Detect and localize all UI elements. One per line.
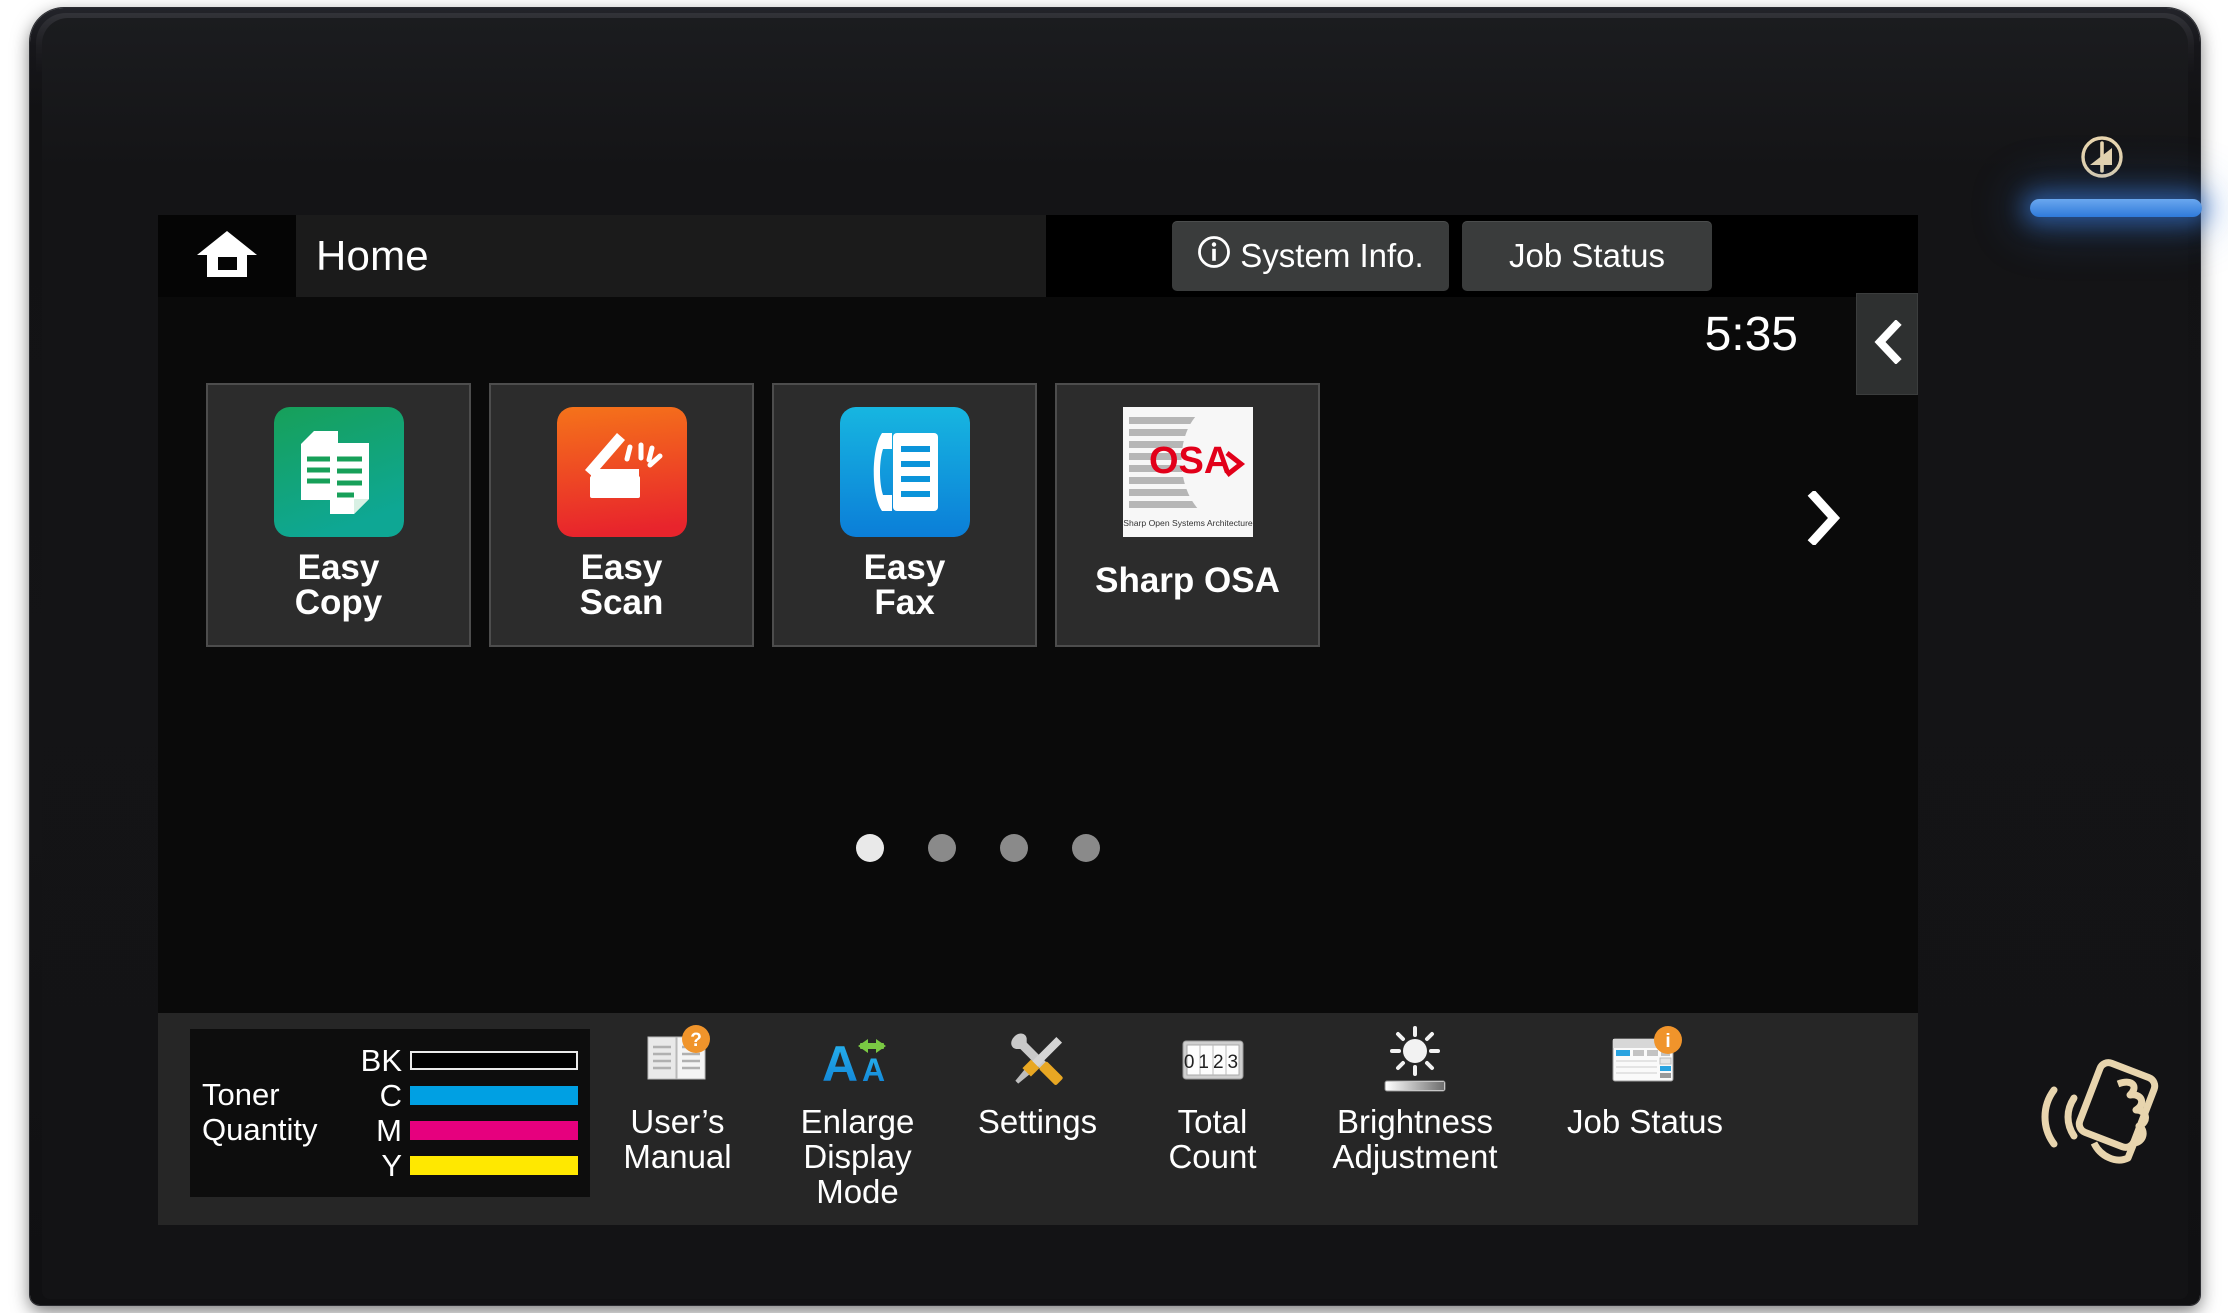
app-tile-easy-scan[interactable]: Easy Scan bbox=[489, 383, 754, 647]
toner-fill bbox=[410, 1156, 578, 1175]
app-tile-easy-fax[interactable]: Easy Fax bbox=[772, 383, 1037, 647]
enlarge-display-mode-icon: A A bbox=[818, 1025, 898, 1097]
home-icon bbox=[195, 227, 259, 286]
toner-row-c: C bbox=[346, 1085, 578, 1107]
settings-tools-icon bbox=[998, 1025, 1078, 1097]
toolbar-item-label: Enlarge Display Mode bbox=[801, 1105, 915, 1210]
page-title: Home bbox=[316, 215, 429, 297]
toolbar-item-users-manual[interactable]: ? User’s Manual bbox=[590, 1025, 765, 1175]
chevron-right-icon bbox=[1803, 491, 1843, 550]
app-tile-label: Sharp OSA bbox=[1095, 563, 1280, 598]
collapse-panel-button[interactable] bbox=[1856, 293, 1918, 395]
svg-text:OSA: OSA bbox=[1149, 440, 1231, 482]
easy-copy-icon bbox=[274, 407, 404, 537]
job-status-icon: i bbox=[1605, 1025, 1685, 1097]
svg-text:i: i bbox=[1665, 1031, 1670, 1052]
page-dot[interactable] bbox=[1000, 834, 1028, 862]
app-tile-label: Easy Copy bbox=[295, 550, 383, 620]
system-info-label: System Info. bbox=[1240, 237, 1423, 275]
toner-track bbox=[410, 1156, 578, 1175]
toner-row-y: Y bbox=[346, 1155, 578, 1177]
app-tile-label: Easy Fax bbox=[864, 550, 946, 620]
toolbar-item-label: User’s Manual bbox=[623, 1105, 731, 1175]
toolbar-item-label: Job Status bbox=[1567, 1105, 1723, 1140]
toner-fill bbox=[412, 1053, 576, 1068]
bottom-toolbar: Toner Quantity BK C bbox=[158, 1013, 1918, 1225]
toner-level-bars: BK C M bbox=[342, 1050, 578, 1177]
page-dot[interactable] bbox=[1072, 834, 1100, 862]
power-indicator-area bbox=[2030, 133, 2210, 243]
toolbar-item-settings[interactable]: Settings bbox=[950, 1025, 1125, 1140]
svg-text:A: A bbox=[822, 1036, 858, 1092]
toner-quantity-panel[interactable]: Toner Quantity BK C bbox=[190, 1029, 590, 1197]
nfc-tap-icon[interactable] bbox=[2030, 1048, 2180, 1178]
page-dot[interactable] bbox=[856, 834, 884, 862]
app-tile-row: Easy Copy bbox=[206, 383, 1320, 647]
power-symbol-icon bbox=[2078, 133, 2126, 181]
toolbar-item-job-status[interactable]: i Job Status bbox=[1530, 1025, 1760, 1140]
toolbar-item-label: Total Count bbox=[1168, 1105, 1256, 1175]
svg-text:Sharp Open Systems Architectur: Sharp Open Systems Architecture bbox=[1123, 518, 1253, 528]
next-page-button[interactable] bbox=[1783, 475, 1863, 565]
easy-fax-icon bbox=[840, 407, 970, 537]
easy-scan-icon bbox=[557, 407, 687, 537]
toolbar-item-label: Brightness Adjustment bbox=[1332, 1105, 1497, 1175]
toolbar-item-enlarge-display-mode[interactable]: A A Enlarge Display Mode bbox=[765, 1025, 950, 1210]
toner-track bbox=[410, 1051, 578, 1070]
toner-key: Y bbox=[346, 1150, 402, 1181]
page-dot[interactable] bbox=[928, 834, 956, 862]
toolbar-item-brightness-adjustment[interactable]: Brightness Adjustment bbox=[1300, 1025, 1530, 1175]
clock-row: 5:35 bbox=[158, 297, 1918, 383]
page-indicator-dots[interactable] bbox=[158, 813, 1918, 883]
sharp-osa-icon: OSA Sharp Open Systems Architecture bbox=[1123, 407, 1253, 537]
svg-text:A: A bbox=[862, 1052, 885, 1088]
chevron-left-icon bbox=[1870, 320, 1904, 369]
job-status-button-header[interactable]: Job Status bbox=[1462, 221, 1712, 291]
toolbar-item-label: Settings bbox=[978, 1105, 1097, 1140]
toner-key: C bbox=[346, 1080, 402, 1111]
info-circle-icon bbox=[1197, 235, 1231, 277]
svg-text:?: ? bbox=[690, 1030, 702, 1051]
app-tile-label: Easy Scan bbox=[580, 550, 664, 620]
toner-track bbox=[410, 1086, 578, 1105]
mfp-operation-panel: Home System Info. Job Status 5:35 bbox=[30, 8, 2200, 1305]
system-info-button[interactable]: System Info. bbox=[1172, 221, 1449, 291]
home-button[interactable] bbox=[158, 215, 296, 297]
app-tile-sharp-osa[interactable]: OSA Sharp Open Systems Architecture Shar… bbox=[1055, 383, 1320, 647]
toner-key: BK bbox=[346, 1045, 402, 1076]
toolbar-item-total-count[interactable]: 0123 Total Count bbox=[1125, 1025, 1300, 1175]
toner-row-bk: BK bbox=[346, 1050, 578, 1072]
toner-key: M bbox=[346, 1115, 402, 1146]
users-manual-icon: ? bbox=[638, 1025, 718, 1097]
touchscreen: Home System Info. Job Status 5:35 bbox=[158, 215, 1918, 1225]
brightness-adjustment-icon bbox=[1375, 1025, 1455, 1097]
clock-display: 5:35 bbox=[1705, 307, 1798, 362]
app-tile-easy-copy[interactable]: Easy Copy bbox=[206, 383, 471, 647]
job-status-label: Job Status bbox=[1509, 237, 1665, 275]
toner-row-m: M bbox=[346, 1120, 578, 1142]
total-count-icon: 0123 bbox=[1173, 1025, 1253, 1097]
toner-fill bbox=[410, 1086, 578, 1105]
app-grid-area: Easy Copy bbox=[158, 383, 1918, 813]
svg-text:0123: 0123 bbox=[1183, 1052, 1241, 1073]
toner-quantity-title: Toner Quantity bbox=[202, 1078, 342, 1147]
toner-fill bbox=[410, 1121, 578, 1140]
power-led-indicator[interactable] bbox=[2030, 199, 2202, 217]
screen-header: Home System Info. Job Status bbox=[158, 215, 1918, 297]
toner-track bbox=[410, 1121, 578, 1140]
